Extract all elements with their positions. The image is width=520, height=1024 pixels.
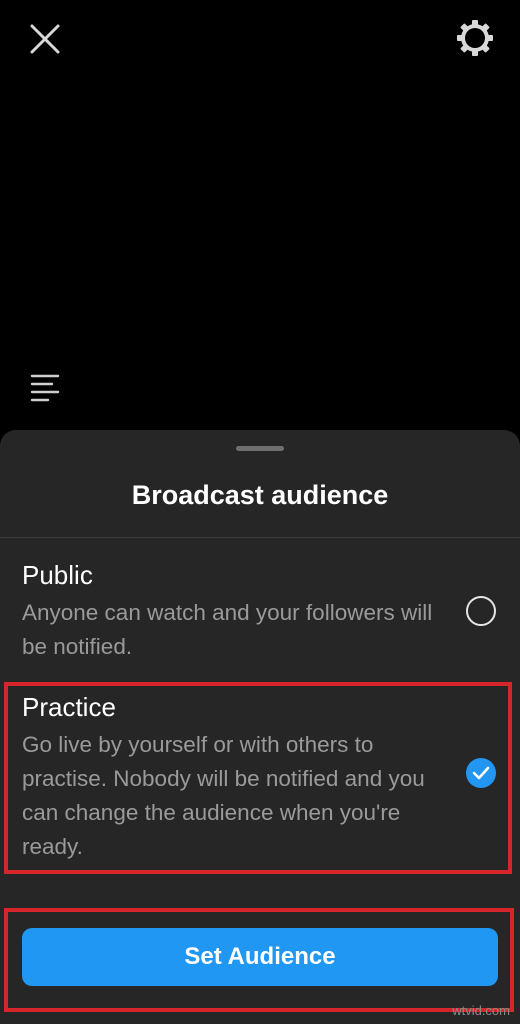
sheet-title: Broadcast audience (131, 480, 389, 510)
close-icon (30, 24, 60, 54)
radio-public[interactable] (466, 596, 496, 626)
menu-button[interactable] (30, 373, 62, 403)
broadcast-audience-sheet: Broadcast audience Public Anyone can wat… (0, 430, 520, 1024)
settings-button[interactable] (455, 18, 495, 58)
highlight-box-practice (4, 682, 512, 874)
set-audience-button[interactable]: Set Audience (22, 928, 498, 986)
option-public[interactable]: Public Anyone can watch and your followe… (0, 550, 520, 670)
sheet-drag-handle[interactable] (236, 446, 284, 451)
close-button[interactable] (28, 22, 62, 56)
divider (0, 537, 520, 538)
option-description: Anyone can watch and your followers will… (22, 600, 433, 659)
menu-icon (30, 374, 60, 402)
gear-icon (457, 20, 493, 56)
watermark: wtvid.com (452, 1003, 510, 1018)
option-title: Public (22, 560, 93, 590)
